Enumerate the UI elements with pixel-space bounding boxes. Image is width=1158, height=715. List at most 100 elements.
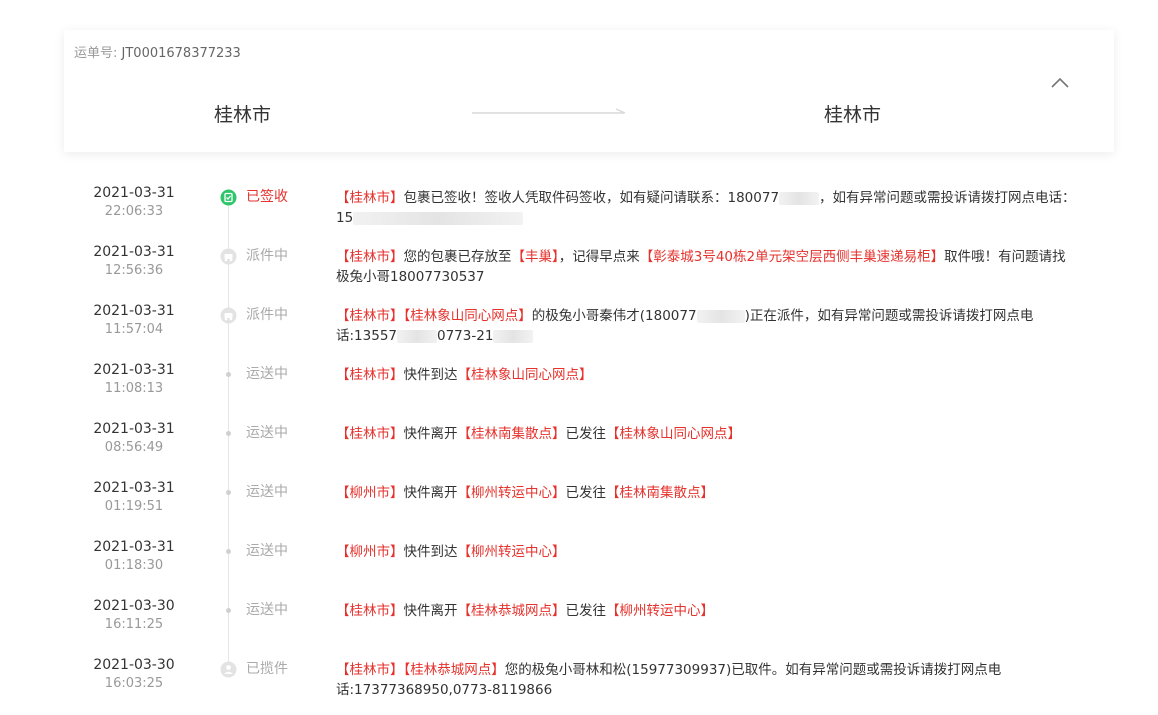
highlight-text: 【桂林南集散点】: [606, 485, 714, 501]
event-date: 2021-03-31: [93, 480, 175, 496]
event-date: 2021-03-31: [93, 421, 175, 437]
description-text: 的极兔小哥秦伟才(180077: [531, 308, 697, 324]
description-text: 0773-21: [437, 328, 494, 344]
event-time: 16:11:25: [104, 617, 164, 632]
highlight-text: 【丰巢】: [511, 249, 559, 265]
timeline-dot: [226, 549, 231, 554]
highlight-text: 【桂林市】: [336, 426, 404, 442]
event-date: 2021-03-31: [93, 244, 175, 260]
redacted-text: [696, 309, 745, 323]
event-date: 2021-03-31: [93, 185, 175, 201]
highlight-text: 【桂林恭城网点】: [403, 662, 505, 678]
description-text: 已发往: [565, 426, 607, 442]
description-text: 您的极兔小哥林和松(15977309937)已取件。如有异常问题或需投诉请拨打网…: [504, 662, 1002, 678]
description-text: 快件离开: [403, 603, 458, 619]
description-text: )正在派件，如有异常问题或需投诉请拨打网点电: [744, 308, 1034, 324]
description-text: 快件到达: [403, 367, 458, 383]
event-description: 【桂林市】包裹已签收！签收人凭取件码签收，如有疑问请联系：180077 ，如有异常…: [336, 188, 1106, 228]
event-time: 08:56:49: [104, 440, 164, 455]
highlight-text: 【桂林市】: [336, 367, 404, 383]
tracking-page: 运单号: JT0001678377233 桂林市 桂林市 2021-03-31 2…: [0, 0, 1158, 715]
highlight-text: 【柳州转运中心】: [457, 544, 566, 560]
event-description: 【桂林市】您的包裹已存放至【丰巢】，记得早点来【彰泰城3号40栋2单元架空层西侧…: [336, 247, 1106, 287]
timeline-dot: [226, 431, 231, 436]
highlight-text: 【桂林市】: [336, 603, 404, 619]
event-description: 【柳州市】快件离开【柳州转运中心】已发往【桂林南集散点】: [336, 483, 1106, 503]
event-time: 12:56:36: [104, 263, 164, 278]
highlight-text: 【桂林市】: [336, 249, 404, 265]
description-text: 取件哦！有问题请找: [944, 249, 1066, 265]
courier-icon: [220, 248, 237, 265]
timeline-dot: [226, 372, 231, 377]
event-date: 2021-03-30: [93, 598, 175, 614]
highlight-text: 【彰泰城3号40栋2单元架空层西侧丰巢速递易柜】: [639, 249, 945, 265]
event-date: 2021-03-31: [93, 362, 175, 378]
event-description: 【桂林市】【桂林象山同心网点】的极兔小哥秦伟才(180077 )正在派件，如有异常…: [336, 306, 1106, 346]
event-description: 【桂林市】【桂林恭城网点】您的极兔小哥林和松(15977309937)已取件。如…: [336, 660, 1106, 700]
description-text: 快件到达: [403, 544, 458, 560]
description-text: 15: [336, 210, 354, 226]
timeline-dot: [226, 490, 231, 495]
event-status: 派件中: [246, 248, 288, 264]
highlight-text: 【桂林市】: [336, 190, 404, 206]
description-line: 【桂林市】快件离开【桂林南集散点】已发往【桂林象山同心网点】: [336, 424, 1106, 444]
description-line: 【桂林市】【桂林恭城网点】您的极兔小哥林和松(15977309937)已取件。如…: [336, 660, 1106, 680]
description-text: ，记得早点来: [558, 249, 640, 265]
description-line: 【桂林市】【桂林象山同心网点】的极兔小哥秦伟才(180077 )正在派件，如有异常…: [336, 306, 1106, 326]
event-status: 运送中: [246, 366, 288, 382]
event-status: 派件中: [246, 307, 288, 323]
description-line: 【柳州市】快件到达【柳州转运中心】: [336, 542, 1106, 562]
highlight-text: 【桂林象山同心网点】: [403, 308, 532, 324]
timeline-event: 2021-03-31 22:06:33 已签收 【桂林市】包裹已签收！签收人凭取件码签…: [0, 184, 1158, 243]
event-status: 运送中: [246, 425, 288, 441]
description-text: 快件离开: [403, 426, 458, 442]
description-line: 【柳州市】快件离开【柳州转运中心】已发往【桂林南集散点】: [336, 483, 1106, 503]
event-status: 运送中: [246, 543, 288, 559]
description-text: ，如有异常问题或需投诉请拨打网点电话：: [819, 190, 1076, 206]
description-text: 已发往: [565, 603, 607, 619]
event-time: 11:08:13: [104, 381, 164, 396]
highlight-text: 【桂林市】: [336, 308, 404, 324]
description-line: 【桂林市】快件离开【桂林恭城网点】已发往【柳州转运中心】: [336, 601, 1106, 621]
description-text: 已发往: [565, 485, 607, 501]
timeline-event: 2021-03-30 16:03:25 已揽件 【桂林市】【桂林恭城网点】您的极兔小哥…: [0, 656, 1158, 715]
description-line: 【桂林市】包裹已签收！签收人凭取件码签收，如有疑问请联系：180077 ，如有异常…: [336, 188, 1106, 208]
event-status: 已签收: [246, 189, 288, 205]
description-line: 【桂林市】快件到达【桂林象山同心网点】: [336, 365, 1106, 385]
highlight-text: 【桂林象山同心网点】: [606, 426, 741, 442]
highlight-text: 【桂林恭城网点】: [457, 603, 566, 619]
redacted-text: [353, 211, 524, 225]
description-text: 包裹已签收！签收人凭取件码签收，如有疑问请联系：180077: [403, 190, 780, 206]
description-line: 【桂林市】您的包裹已存放至【丰巢】，记得早点来【彰泰城3号40栋2单元架空层西侧…: [336, 247, 1106, 267]
description-text: 快件离开: [403, 485, 458, 501]
event-date: 2021-03-31: [93, 539, 175, 555]
timeline-event: 2021-03-31 11:57:04 派件中 【桂林市】【桂林象山同心网点】的极兔小…: [0, 302, 1158, 361]
event-status: 已揽件: [246, 661, 288, 677]
description-line: 15: [336, 208, 1106, 228]
timeline-event: 2021-03-31 11:08:13 运送中 【桂林市】快件到达【桂林象山同心网点】: [0, 361, 1158, 420]
highlight-text: 【桂林市】: [336, 662, 404, 678]
event-time: 01:18:30: [104, 558, 164, 573]
redacted-text: [493, 329, 534, 343]
event-date: 2021-03-30: [93, 657, 175, 673]
person-icon: [220, 661, 237, 678]
check-circle-icon: [220, 189, 237, 206]
timeline-dot: [226, 608, 231, 613]
timeline-event: 2021-03-31 12:56:36 派件中 【桂林市】您的包裹已存放至【丰巢】，记…: [0, 243, 1158, 302]
description-text: 话:17377368950,0773-8119866: [336, 682, 553, 698]
highlight-text: 【桂林南集散点】: [457, 426, 566, 442]
redacted-text: [397, 329, 437, 343]
redacted-text: [779, 191, 820, 205]
event-time: 22:06:33: [104, 204, 164, 219]
timeline-event: 2021-03-31 01:19:51 运送中 【柳州市】快件离开【柳州转运中心】已发…: [0, 479, 1158, 538]
description-line: 话:13557 0773-21: [336, 326, 1106, 346]
timeline-event: 2021-03-30 16:11:25 运送中 【桂林市】快件离开【桂林恭城网点】已发…: [0, 597, 1158, 656]
event-description: 【桂林市】快件离开【桂林恭城网点】已发往【柳州转运中心】: [336, 601, 1106, 621]
event-time: 16:03:25: [104, 676, 164, 691]
highlight-text: 【柳州转运中心】: [457, 485, 566, 501]
description-line: 极兔小哥18007730537: [336, 267, 1106, 287]
event-description: 【桂林市】快件到达【桂林象山同心网点】: [336, 365, 1106, 385]
event-status: 运送中: [246, 484, 288, 500]
description-line: 话:17377368950,0773-8119866: [336, 680, 1106, 700]
description-text: 极兔小哥18007730537: [336, 269, 485, 285]
